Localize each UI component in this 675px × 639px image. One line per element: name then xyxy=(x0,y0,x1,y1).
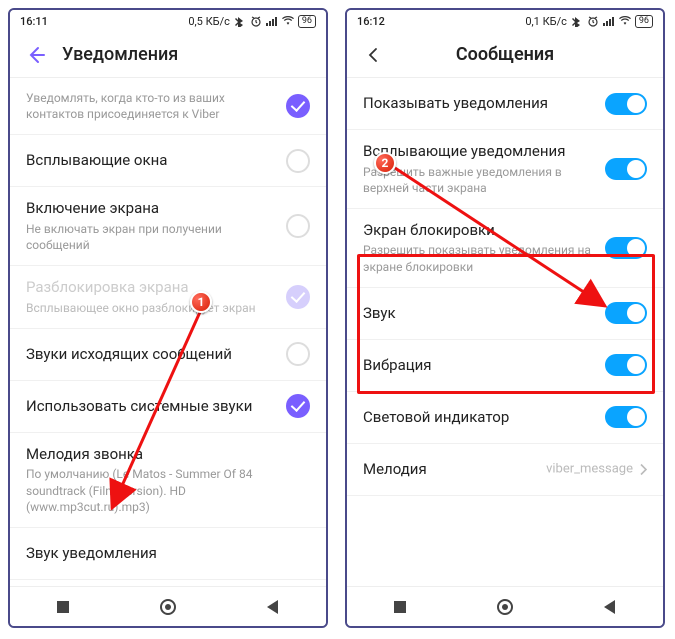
status-net: 0,5 КБ/с xyxy=(188,15,230,28)
page-title: Уведомления xyxy=(62,44,178,65)
row-outgoing-sounds[interactable]: Звуки исходящих сообщений xyxy=(10,329,326,381)
row-sound[interactable]: Звук xyxy=(347,288,663,340)
nav-back-icon[interactable] xyxy=(263,597,283,617)
nav-bar xyxy=(10,586,326,626)
status-right: 0,1 КБ/с 96 xyxy=(525,15,653,28)
alarm-icon xyxy=(587,15,599,27)
status-net: 0,1 КБ/с xyxy=(525,15,567,28)
row-popups[interactable]: Всплывающие окна xyxy=(10,135,326,187)
callout-2: 2 xyxy=(374,152,396,174)
toggle-on-icon[interactable] xyxy=(605,406,647,428)
settings-list: Уведомлять, когда кто-то из ваших контак… xyxy=(10,78,326,628)
callout-1: 1 xyxy=(190,291,212,313)
row-sub: Разрешить важные уведомления в верхней ч… xyxy=(363,164,603,196)
row-label: Световой индикатор xyxy=(363,408,603,428)
toggle-on-icon[interactable] xyxy=(605,237,647,259)
nav-home-icon[interactable] xyxy=(495,597,515,617)
row-label: Всплывающие окна xyxy=(26,151,266,171)
back-icon[interactable] xyxy=(361,43,385,67)
status-right: 0,5 КБ/с 96 xyxy=(188,15,316,28)
row-label: Использовать системные звуки xyxy=(26,397,266,417)
status-time: 16:11 xyxy=(20,15,48,28)
row-label: Показывать уведомления xyxy=(363,94,603,114)
checkbox-unchecked-icon[interactable] xyxy=(286,214,310,238)
toggle-on-icon[interactable] xyxy=(605,354,647,376)
row-notif-sound[interactable]: Звук уведомления xyxy=(10,528,326,580)
row-screen-on[interactable]: Включение экрана Не включать экран при п… xyxy=(10,187,326,266)
row-contact-joined[interactable]: Уведомлять, когда кто-то из ваших контак… xyxy=(10,78,326,135)
header: Уведомления xyxy=(10,32,326,78)
phone-right: 16:12 0,1 КБ/с 96 Сообщения По xyxy=(345,8,665,628)
row-sub: По умолчанию (Le Matos - Summer Of 84 so… xyxy=(26,466,266,515)
row-label: Вибрация xyxy=(363,356,603,376)
checkbox-checked-icon[interactable] xyxy=(286,94,310,118)
toggle-on-icon[interactable] xyxy=(605,302,647,324)
bluetooth-icon xyxy=(571,15,583,27)
row-sub: Уведомлять, когда кто-то из ваших контак… xyxy=(26,90,266,122)
chevron-right-icon xyxy=(639,463,647,475)
row-sub: Всплывающее окно разблокирует экран xyxy=(26,300,266,316)
settings-list: Показывать уведомления Всплывающие уведо… xyxy=(347,78,663,496)
row-label xyxy=(26,84,266,88)
alarm-icon xyxy=(250,15,262,27)
row-led[interactable]: Световой индикатор xyxy=(347,392,663,444)
checkbox-unchecked-icon[interactable] xyxy=(286,149,310,173)
row-heads-up[interactable]: Всплывающие уведомления Разрешить важные… xyxy=(347,130,663,209)
row-system-sounds[interactable]: Использовать системные звуки xyxy=(10,381,326,433)
row-sub: Не включать экран при получении сообщени… xyxy=(26,221,266,253)
back-icon[interactable] xyxy=(24,43,48,67)
wifi-icon xyxy=(619,15,631,27)
nav-bar xyxy=(347,586,663,626)
row-unlock: Разблокировка экрана Всплывающее окно ра… xyxy=(10,266,326,329)
toggle-on-icon[interactable] xyxy=(605,158,647,180)
status-bar: 16:11 0,5 КБ/с 96 xyxy=(10,10,326,32)
status-bar: 16:12 0,1 КБ/с 96 xyxy=(347,10,663,32)
nav-recent-icon[interactable] xyxy=(53,597,73,617)
nav-home-icon[interactable] xyxy=(158,597,178,617)
row-label: Мелодия звонка xyxy=(26,445,266,465)
header: Сообщения xyxy=(347,32,663,78)
nav-recent-icon[interactable] xyxy=(390,597,410,617)
row-lock-screen[interactable]: Экран блокировки Разрешить показывать ув… xyxy=(347,209,663,288)
row-show-notifications[interactable]: Показывать уведомления xyxy=(347,78,663,130)
bluetooth-icon xyxy=(234,15,246,27)
battery-icon: 96 xyxy=(635,15,653,28)
checkbox-disabled-icon xyxy=(286,285,310,309)
phone-left: 16:11 0,5 КБ/с 96 Уведомления xyxy=(8,8,328,628)
checkbox-checked-icon[interactable] xyxy=(286,394,310,418)
battery-icon: 96 xyxy=(298,15,316,28)
row-vibration[interactable]: Вибрация xyxy=(347,340,663,392)
status-time: 16:12 xyxy=(357,15,385,28)
toggle-on-icon[interactable] xyxy=(605,93,647,115)
wifi-icon xyxy=(282,15,294,27)
signal-icon xyxy=(266,15,278,27)
row-ringtone[interactable]: Мелодия звонка По умолчанию (Le Matos - … xyxy=(10,433,326,528)
row-sub: Разрешить показывать уведомления на экра… xyxy=(363,242,603,274)
row-label: Звук xyxy=(363,304,603,324)
row-value: viber_message xyxy=(546,462,647,477)
row-label: Включение экрана xyxy=(26,199,266,219)
row-melody[interactable]: Мелодия viber_message xyxy=(347,444,663,496)
row-label: Экран блокировки xyxy=(363,221,603,241)
nav-back-icon[interactable] xyxy=(600,597,620,617)
checkbox-unchecked-icon[interactable] xyxy=(286,342,310,366)
row-label: Всплывающие уведомления xyxy=(363,142,603,162)
page-title: Сообщения xyxy=(361,44,649,65)
row-label: Звук уведомления xyxy=(26,544,266,564)
row-label: Разблокировка экрана xyxy=(26,278,266,298)
signal-icon xyxy=(603,15,615,27)
row-label: Звуки исходящих сообщений xyxy=(26,345,266,365)
